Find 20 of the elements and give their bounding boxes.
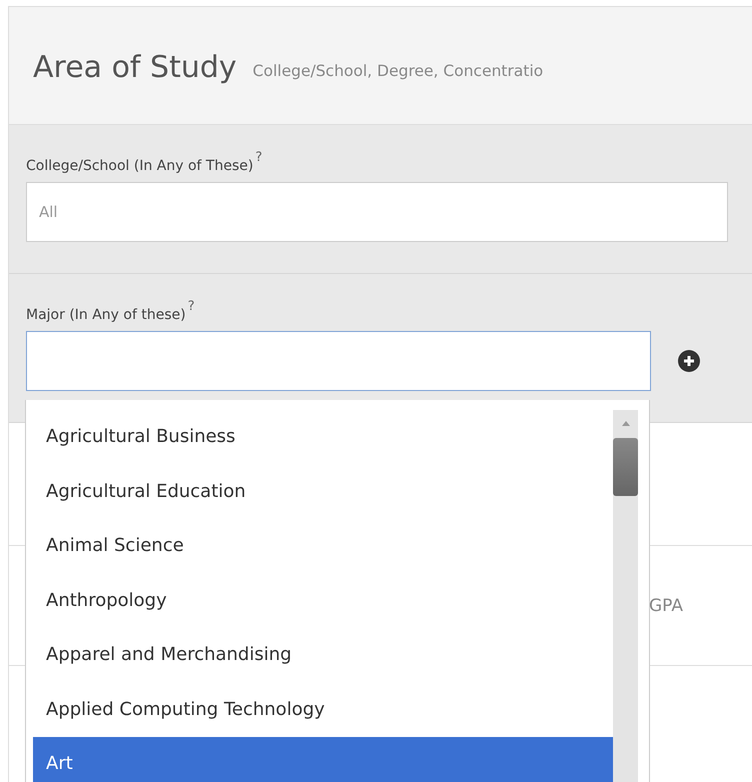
dropdown-option[interactable]: Animal Science [33, 519, 613, 574]
scroll-up-icon[interactable] [622, 421, 630, 426]
panel-subtitle: College/School, Degree, Concentratio [252, 60, 544, 80]
dropdown-option[interactable]: Applied Computing Technology [33, 682, 613, 737]
add-icon[interactable] [678, 350, 700, 372]
help-mark[interactable]: ? [188, 299, 195, 314]
scrollbar[interactable] [613, 410, 638, 782]
field-label: Major (In Any of these) [26, 307, 186, 323]
input-field[interactable]: All [26, 182, 728, 242]
gpa-label: GPA [649, 596, 683, 616]
field-label: College/School (In Any of These) [26, 158, 254, 174]
scroll-thumb[interactable] [613, 438, 638, 496]
dropdown-option[interactable]: Art [33, 737, 613, 782]
input-field[interactable] [26, 331, 651, 391]
panel-title: Area of Study [33, 49, 237, 85]
dropdown-option[interactable]: Apparel and Merchandising [33, 628, 613, 682]
dropdown-option[interactable]: Anthropology [33, 574, 613, 628]
dropdown-option[interactable]: Agricultural Education [33, 464, 613, 519]
help-mark[interactable]: ? [255, 150, 262, 165]
dropdown-option[interactable]: Agricultural Business [33, 410, 613, 464]
